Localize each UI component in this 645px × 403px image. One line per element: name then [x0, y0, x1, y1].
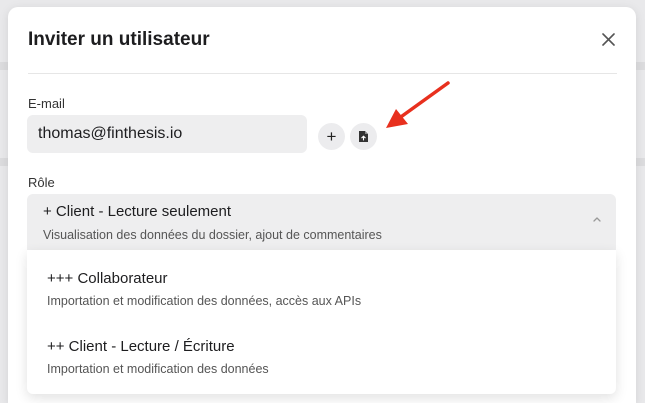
header-divider: [28, 73, 617, 74]
role-option-collaborateur[interactable]: +++ Collaborateur Importation et modific…: [27, 252, 616, 316]
chevron-up-icon: [593, 217, 601, 222]
role-option-title: ++ Client - Lecture / Écriture: [47, 338, 235, 355]
add-email-button[interactable]: +: [318, 123, 345, 150]
selected-role-description: Visualisation des données du dossier, aj…: [43, 228, 382, 242]
modal-title: Inviter un utilisateur: [28, 29, 210, 50]
role-option-title: +++ Collaborateur: [47, 270, 168, 287]
email-label: E-mail: [28, 96, 65, 111]
selected-role-title: + Client - Lecture seulement: [43, 203, 232, 220]
role-select[interactable]: + Client - Lecture seulement Visualisati…: [27, 194, 616, 250]
close-icon: [601, 32, 615, 46]
annotation-arrow-icon: [386, 81, 450, 128]
file-icon: [359, 131, 368, 142]
import-file-button[interactable]: [350, 123, 377, 150]
role-label: Rôle: [28, 175, 55, 190]
invite-user-modal: Inviter un utilisateur E-mail + Rôle + C…: [8, 7, 636, 403]
role-option-description: Importation et modification des données: [47, 362, 269, 376]
modal-header: Inviter un utilisateur: [8, 7, 636, 73]
close-button[interactable]: [598, 29, 618, 49]
email-field[interactable]: [27, 115, 307, 153]
role-dropdown-menu: +++ Collaborateur Importation et modific…: [27, 250, 616, 394]
role-option-description: Importation et modification des données,…: [47, 294, 362, 308]
role-option-client-lecture-ecriture[interactable]: ++ Client - Lecture / Écriture Importati…: [27, 320, 616, 384]
